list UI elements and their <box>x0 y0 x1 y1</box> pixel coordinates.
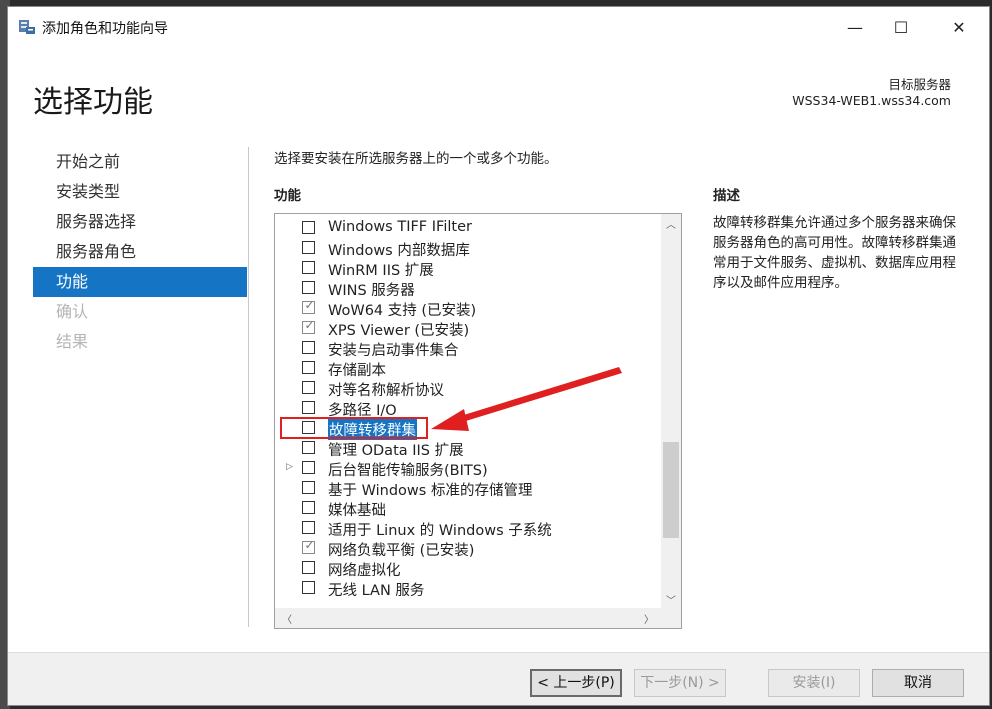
nav-step: 结果 <box>56 332 89 351</box>
nav-step[interactable]: 功能 <box>33 267 247 297</box>
feature-label[interactable]: 网络虚拟化 <box>328 559 401 580</box>
target-server-info: 目标服务器 WSS34-WEB1.wss34.com <box>792 77 951 109</box>
nav-step[interactable]: 服务器角色 <box>33 237 247 267</box>
feature-row[interactable]: 网络虚拟化 <box>275 558 660 580</box>
maximize-button[interactable]: ☐ <box>875 7 927 49</box>
features-label: 功能 <box>274 188 301 204</box>
feature-row[interactable]: 安装与启动事件集合 <box>275 338 660 360</box>
feature-row[interactable]: ✓ XPS Viewer (已安装) <box>275 318 660 340</box>
vertical-scrollbar[interactable]: ︿ ﹀ <box>661 214 681 608</box>
nav-step: 确认 <box>56 302 89 321</box>
feature-label[interactable]: Windows TIFF IFilter <box>328 219 472 235</box>
feature-label[interactable]: 安装与启动事件集合 <box>328 339 459 360</box>
feature-checkbox[interactable] <box>302 281 315 294</box>
checkmark-icon: ✓ <box>304 318 315 332</box>
feature-label[interactable]: WinRM IIS 扩展 <box>328 259 434 280</box>
feature-checkbox[interactable] <box>302 581 315 594</box>
feature-row[interactable]: 多路径 I/O <box>275 398 660 419</box>
feature-checkbox[interactable]: ✓ <box>302 298 315 314</box>
feature-checkbox[interactable] <box>302 481 315 494</box>
nav-step[interactable]: 服务器选择 <box>33 207 247 237</box>
feature-checkbox[interactable] <box>302 501 315 514</box>
scroll-right-icon[interactable]: 〉 <box>639 611 659 626</box>
feature-checkbox[interactable] <box>302 521 315 534</box>
feature-label[interactable]: 基于 Windows 标准的存储管理 <box>328 479 532 500</box>
feature-label[interactable]: 媒体基础 <box>328 499 386 520</box>
wizard-window: 添加角色和功能向导 — ☐ ✕ 选择功能 目标服务器 WSS34-WEB1.ws… <box>7 6 990 706</box>
feature-label[interactable]: 管理 OData IIS 扩展 <box>328 439 464 460</box>
feature-row[interactable]: 存储副本 <box>275 358 660 380</box>
feature-checkbox[interactable] <box>302 261 315 274</box>
feature-row[interactable]: 管理 OData IIS 扩展 <box>275 438 660 460</box>
cancel-button[interactable]: 取消 <box>872 669 964 697</box>
window-title: 添加角色和功能向导 <box>42 21 168 37</box>
features-rows: Windows TIFF IFilter Windows 内部数据库 WinRM I… <box>275 218 660 600</box>
feature-row[interactable]: 适用于 Linux 的 Windows 子系统 <box>275 518 660 540</box>
instruction-text: 选择要安装在所选服务器上的一个或多个功能。 <box>274 151 558 167</box>
feature-label[interactable]: XPS Viewer (已安装) <box>328 319 469 340</box>
feature-checkbox[interactable] <box>302 561 315 574</box>
wizard-steps-nav: 开始之前 安装类型 服务器选择 服务器角色 功能确认结果 <box>33 147 247 357</box>
feature-label[interactable]: WINS 服务器 <box>328 279 415 300</box>
nav-step[interactable]: 开始之前 <box>33 147 247 177</box>
feature-checkbox[interactable] <box>302 401 315 414</box>
next-button[interactable]: 下一步(N) > <box>634 669 726 697</box>
page-title: 选择功能 <box>33 85 153 120</box>
minimize-button[interactable]: — <box>829 7 881 49</box>
install-button[interactable]: 安装(I) <box>768 669 860 697</box>
scroll-up-icon[interactable]: ︿ <box>661 216 681 231</box>
scrollbar-thumb[interactable] <box>663 442 679 538</box>
feature-row[interactable]: WINS 服务器 <box>275 278 660 300</box>
feature-row[interactable]: Windows TIFF IFilter <box>275 218 660 238</box>
features-list[interactable]: Windows TIFF IFilter Windows 内部数据库 WinRM I… <box>274 213 682 629</box>
horizontal-scrollbar[interactable]: 〈 〉 <box>275 608 661 628</box>
feature-row[interactable]: WinRM IIS 扩展 <box>275 258 660 280</box>
target-server-name: WSS34-WEB1.wss34.com <box>792 93 951 108</box>
feature-checkbox[interactable] <box>302 381 315 394</box>
target-server-label: 目标服务器 <box>888 77 951 92</box>
checkmark-icon: ✓ <box>304 538 315 552</box>
nav-divider <box>248 147 249 627</box>
title-bar[interactable]: 添加角色和功能向导 — ☐ ✕ <box>8 7 989 49</box>
feature-checkbox[interactable] <box>302 241 315 254</box>
wizard-footer: < 上一步(P) 下一步(N) > 安装(I) 取消 <box>8 652 989 705</box>
feature-label[interactable]: 存储副本 <box>328 359 386 380</box>
feature-label[interactable]: 对等名称解析协议 <box>328 379 444 400</box>
feature-row[interactable]: 基于 Windows 标准的存储管理 <box>275 478 660 500</box>
feature-row[interactable]: 对等名称解析协议 <box>275 378 660 400</box>
feature-checkbox[interactable] <box>302 361 315 374</box>
feature-label[interactable]: 网络负载平衡 (已安装) <box>328 539 474 560</box>
feature-checkbox[interactable] <box>302 341 315 354</box>
feature-label[interactable]: Windows 内部数据库 <box>328 239 470 260</box>
feature-checkbox[interactable]: ✓ <box>302 538 315 554</box>
feature-label[interactable]: 后台智能传输服务(BITS) <box>328 459 488 480</box>
feature-row[interactable]: ▷ 后台智能传输服务(BITS) <box>275 458 660 480</box>
feature-checkbox[interactable] <box>302 221 315 234</box>
feature-label[interactable]: 适用于 Linux 的 Windows 子系统 <box>328 519 552 540</box>
feature-checkbox[interactable] <box>302 441 315 454</box>
previous-button[interactable]: < 上一步(P) <box>530 669 622 697</box>
annotation-highlight-box <box>280 417 428 439</box>
feature-label[interactable]: 无线 LAN 服务 <box>328 579 424 600</box>
description-label: 描述 <box>713 188 740 204</box>
feature-row[interactable]: 无线 LAN 服务 <box>275 578 660 600</box>
scroll-left-icon[interactable]: 〈 <box>277 611 297 626</box>
scrollbar-corner <box>661 608 681 628</box>
feature-row[interactable]: Windows 内部数据库 <box>275 238 660 260</box>
server-manager-icon <box>19 20 35 34</box>
feature-row[interactable]: 媒体基础 <box>275 498 660 520</box>
expand-arrow-icon[interactable]: ▷ <box>286 462 293 472</box>
feature-row[interactable]: ✓ 网络负载平衡 (已安装) <box>275 538 660 560</box>
close-button[interactable]: ✕ <box>933 7 985 49</box>
feature-checkbox[interactable]: ✓ <box>302 318 315 334</box>
scroll-down-icon[interactable]: ﹀ <box>661 592 681 607</box>
description-text: 故障转移群集允许通过多个服务器来确保服务器角色的高可用性。故障转移群集通常用于文… <box>713 215 956 291</box>
feature-row[interactable]: ✓ WoW64 支持 (已安装) <box>275 298 660 320</box>
feature-label[interactable]: WoW64 支持 (已安装) <box>328 299 476 320</box>
feature-checkbox[interactable] <box>302 461 315 474</box>
checkmark-icon: ✓ <box>304 298 315 312</box>
nav-step[interactable]: 安装类型 <box>33 177 247 207</box>
